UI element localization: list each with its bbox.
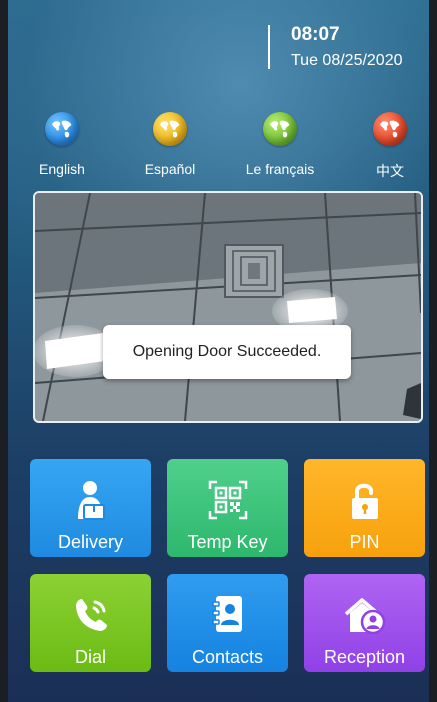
language-label-chinese: 中文 — [376, 163, 404, 179]
ceiling-camera-image — [35, 193, 421, 421]
qr-code-icon — [208, 480, 247, 520]
dial-label: Dial — [74, 647, 106, 667]
globe-icon — [373, 112, 407, 146]
reception-label: Reception — [323, 647, 406, 667]
delivery-button[interactable]: Delivery — [30, 459, 151, 557]
phone-icon — [75, 599, 107, 631]
globe-icon — [263, 112, 297, 146]
delivery-person-icon — [77, 481, 105, 520]
clock-date: Tue 08/25/2020 — [291, 52, 403, 69]
language-label-francais: Le français — [245, 161, 315, 177]
camera-preview — [33, 191, 423, 423]
contacts-button[interactable]: Contacts — [167, 574, 288, 672]
temp-key-button[interactable]: Temp Key — [167, 459, 288, 557]
contacts-icon — [211, 596, 242, 632]
language-english-button[interactable]: English — [12, 112, 112, 177]
language-label-espanol: Español — [144, 161, 196, 177]
reception-button[interactable]: Reception — [304, 574, 425, 672]
globe-icon — [153, 112, 187, 146]
toast-message: Opening Door Succeeded. — [103, 325, 351, 379]
screen-edge-right — [429, 0, 437, 702]
pin-button[interactable]: PIN — [304, 459, 425, 557]
language-chinese-button[interactable]: 中文 — [340, 112, 437, 181]
globe-icon — [45, 112, 79, 146]
reception-icon — [344, 598, 385, 635]
language-label-english: English — [39, 161, 85, 177]
delivery-label: Delivery — [57, 532, 123, 552]
pin-label: PIN — [349, 532, 380, 552]
language-espanol-button[interactable]: Español — [120, 112, 220, 177]
screen-edge-left — [0, 0, 8, 702]
language-francais-button[interactable]: Le français — [230, 112, 330, 177]
temp-key-label: Temp Key — [187, 532, 268, 552]
clock-time: 08:07 — [291, 24, 340, 45]
intercom-screen: 08:07 Tue 08/25/2020 English Español Le … — [0, 0, 437, 702]
unlock-icon — [351, 483, 378, 519]
contacts-label: Contacts — [191, 647, 264, 667]
clock-divider — [268, 25, 270, 69]
dial-button[interactable]: Dial — [30, 574, 151, 672]
